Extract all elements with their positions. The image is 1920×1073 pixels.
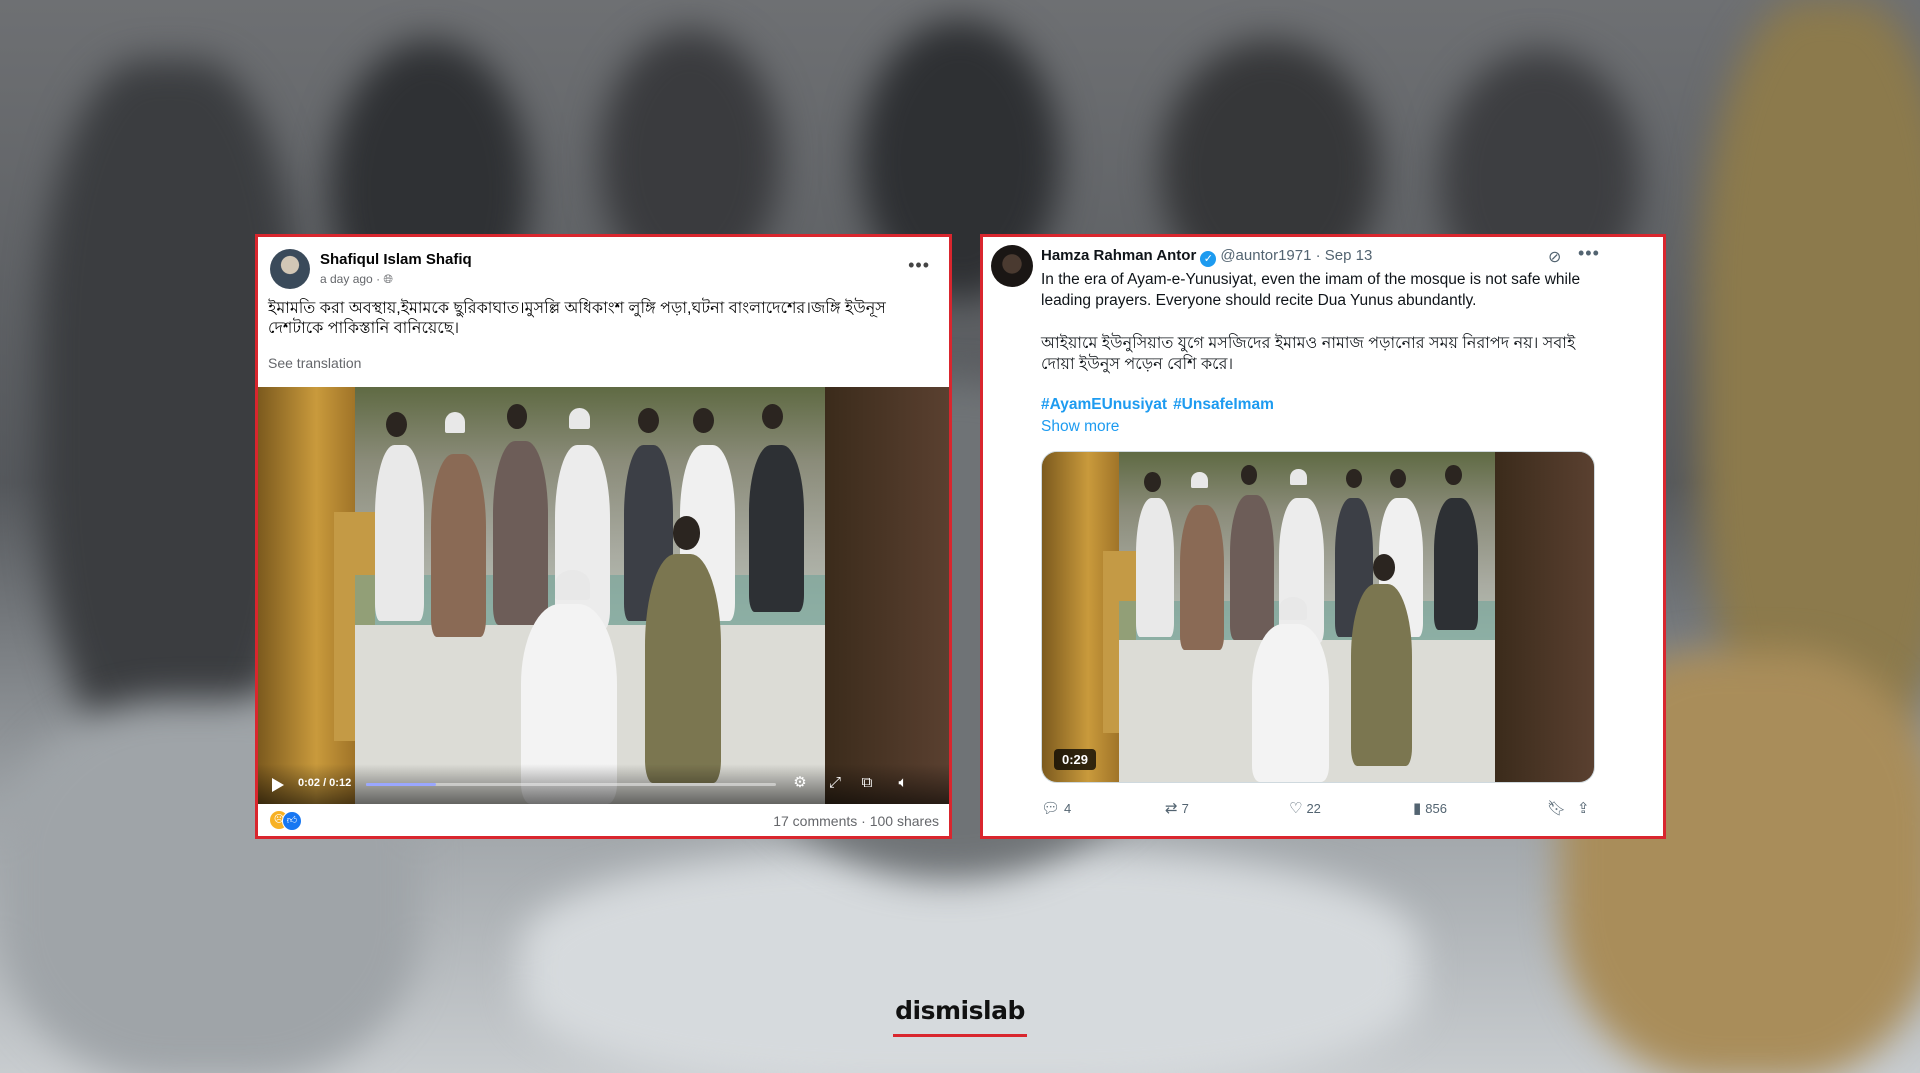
- more-options-icon[interactable]: •••: [908, 255, 930, 276]
- tweet-card: Hamza Rahman Antor ✓ @auntor1971 · Sep 13 …: [980, 234, 1666, 839]
- post-body: ইমামতি করা অবস্থায়,ইমামকে ছুরিকাঘাত।মুস…: [268, 300, 886, 337]
- shares-count[interactable]: 100 shares: [870, 813, 939, 829]
- video-frame: [258, 387, 949, 804]
- logo-wordmark: dismislab: [895, 996, 1025, 1025]
- views-chart-icon: ▮: [1413, 800, 1422, 817]
- fullscreen-icon[interactable]: ⤢: [826, 774, 844, 792]
- video-progress-fill: [366, 783, 436, 786]
- video-frame: [1042, 452, 1594, 782]
- like-count: 22: [1306, 801, 1321, 816]
- logo-underline: [893, 1034, 1027, 1037]
- tweet-date[interactable]: · Sep 13: [1316, 247, 1373, 264]
- video-player[interactable]: 0:02 / 0:12 ⚙ ⤢ ⧉ 🔈︎: [258, 387, 949, 804]
- views-count: 856: [1425, 801, 1447, 816]
- reply-icon: 💬︎: [1041, 800, 1061, 817]
- comments-count[interactable]: 17 comments: [773, 813, 857, 829]
- post-stats: 17 comments · 100 shares: [773, 813, 939, 829]
- hashtags: #AyamEUnusiyat #UnsafeImam: [1041, 396, 1274, 414]
- more-options-icon[interactable]: •••: [1578, 243, 1600, 264]
- settings-gear-icon[interactable]: ⚙: [791, 774, 809, 792]
- dismislab-logo: dismislab: [893, 996, 1027, 1037]
- post-header: Shafiqul Islam Shafiq a day ago · 🌐︎ •••: [270, 249, 930, 289]
- verified-badge-icon: ✓: [1200, 251, 1217, 267]
- reply-count: 4: [1064, 801, 1072, 816]
- hashtag-link[interactable]: #AyamEUnusiyat: [1041, 396, 1167, 413]
- picture-in-picture-icon[interactable]: ⧉: [858, 774, 876, 792]
- tweet-text-bangla: আইয়ামে ইউনুসিয়াত যুগে মসজিদের ইমামও না…: [1041, 335, 1576, 373]
- grok-icon[interactable]: ⊘: [1548, 247, 1561, 267]
- repost-icon: ⇄: [1165, 800, 1178, 817]
- facebook-post-card: Shafiqul Islam Shafiq a day ago · 🌐︎ •••…: [255, 234, 952, 839]
- repost-button[interactable]: ⇄ 7: [1165, 799, 1189, 817]
- heart-icon: ♡: [1289, 800, 1303, 817]
- author-handle[interactable]: @auntor1971: [1220, 247, 1311, 264]
- globe-icon: · 🌐︎: [376, 272, 393, 286]
- reply-button[interactable]: 💬︎ 4: [1041, 799, 1071, 817]
- author-name[interactable]: Shafiqul Islam Shafiq: [320, 251, 472, 268]
- share-icon[interactable]: ⇪: [1577, 799, 1594, 817]
- stats-separator: ·: [861, 813, 870, 829]
- video-progress-bar[interactable]: [366, 783, 776, 786]
- tweet-video[interactable]: 0:29: [1041, 451, 1595, 783]
- video-controls: 0:02 / 0:12 ⚙ ⤢ ⧉ 🔈︎: [258, 764, 949, 804]
- like-button[interactable]: ♡ 22: [1289, 799, 1321, 817]
- play-icon[interactable]: [272, 778, 284, 792]
- show-more-link[interactable]: Show more: [1041, 418, 1119, 436]
- post-footer: ☹ 👍︎ 17 comments · 100 shares: [258, 804, 949, 836]
- avatar[interactable]: [270, 249, 310, 289]
- see-translation-link[interactable]: See translation: [268, 355, 361, 371]
- bookmark-icon[interactable]: 🔖︎: [1547, 799, 1570, 817]
- tweet-header: Hamza Rahman Antor ✓ @auntor1971 · Sep 13: [1041, 247, 1372, 267]
- tweet-text-english: In the era of Ayam-e-Yunusiyat, even the…: [1041, 271, 1581, 309]
- views-button[interactable]: ▮ 856: [1413, 799, 1447, 817]
- tweet-actions: 💬︎ 4 ⇄ 7 ♡ 22 ▮ 856 🔖︎ ⇪: [1041, 796, 1601, 820]
- hashtag-link[interactable]: #UnsafeImam: [1173, 396, 1274, 413]
- avatar[interactable]: [991, 245, 1033, 287]
- post-meta: a day ago · 🌐︎: [320, 272, 393, 287]
- like-reaction-icon[interactable]: 👍︎: [282, 811, 302, 831]
- author-name[interactable]: Hamza Rahman Antor: [1041, 247, 1196, 264]
- video-duration: 0:29: [1054, 749, 1097, 770]
- timestamp[interactable]: a day ago: [320, 272, 373, 286]
- video-time: 0:02 / 0:12: [298, 777, 352, 789]
- repost-count: 7: [1181, 801, 1189, 816]
- mute-icon[interactable]: 🔈︎: [894, 774, 912, 792]
